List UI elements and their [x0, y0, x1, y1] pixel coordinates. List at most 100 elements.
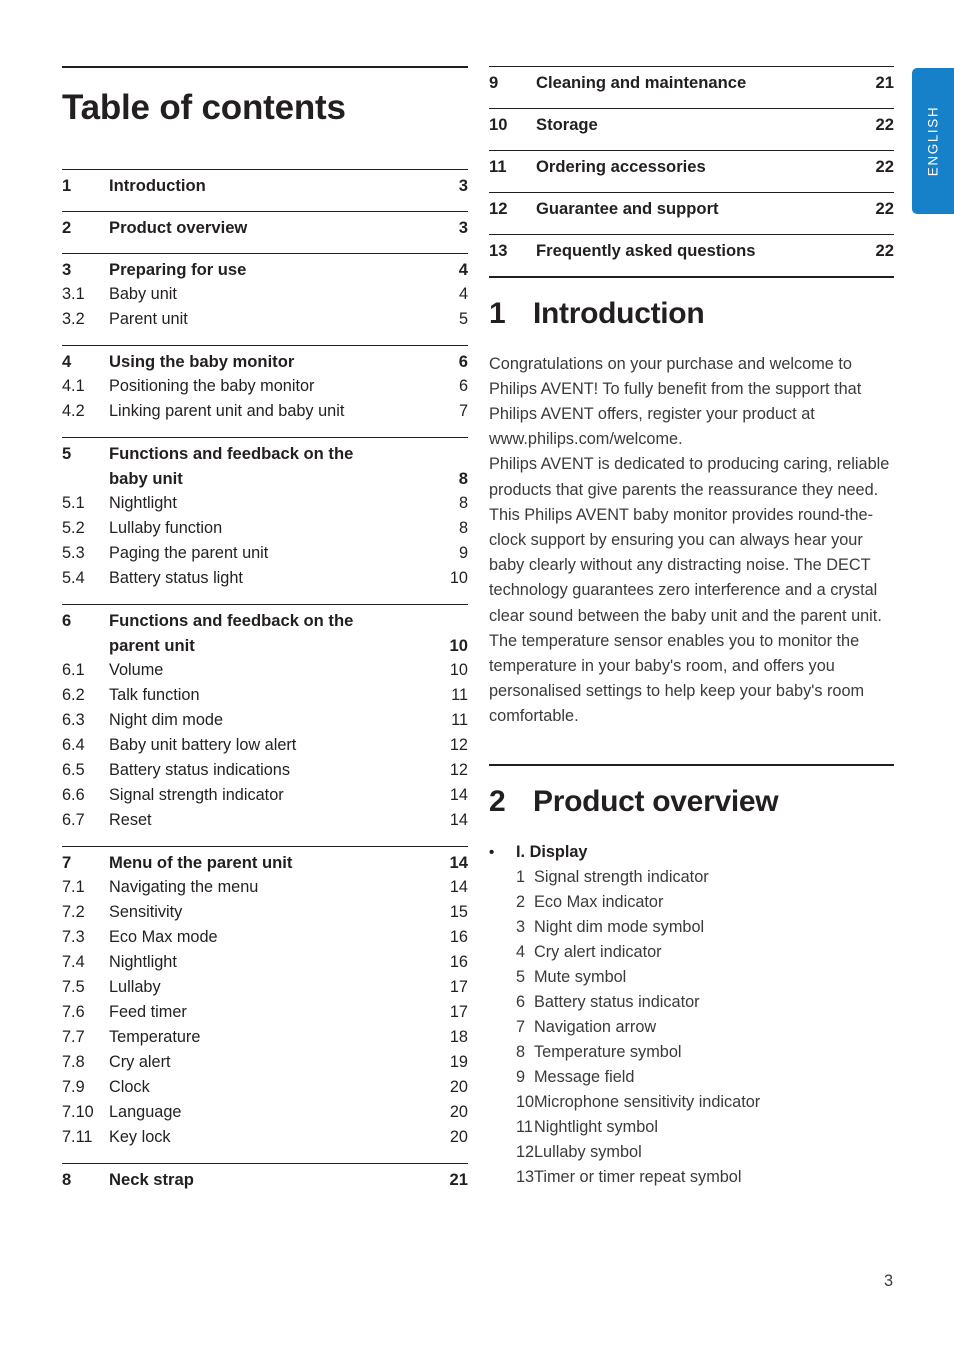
toc-entry-label: Nightlight [109, 493, 177, 512]
toc-entry[interactable]: 9 Cleaning and maintenance 21 [489, 70, 894, 95]
toc-entry[interactable]: 7.3 Eco Max mode 16 [62, 925, 468, 950]
toc-entry[interactable]: 10 Storage 22 [489, 112, 894, 137]
toc-entry[interactable]: 5.4 Battery status light 10 [62, 566, 468, 591]
right-column: 9 Cleaning and maintenance 21 10 Storage 22 11… [489, 0, 894, 1190]
toc-entry[interactable]: 6.3 Night dim mode 11 [62, 708, 468, 733]
toc-entry[interactable]: 3.1 Baby unit 4 [62, 282, 468, 307]
toc-entry-number: 6.2 [62, 685, 85, 704]
language-tab-english: ENGLISH [912, 68, 954, 214]
toc-entry-page: 5 [458, 309, 468, 328]
toc-entry-number: 11 [489, 157, 507, 176]
toc-entry-page: 14 [449, 877, 468, 896]
toc-entry[interactable]: 6 Functions and feedback on the parent uni… [62, 608, 468, 658]
toc-entry[interactable]: 7.1 Navigating the menu 14 [62, 875, 468, 900]
toc-entry-number: 7.7 [62, 1027, 85, 1046]
toc-entry-page: 14 [449, 785, 468, 804]
toc-entry[interactable]: 7.7 Temperature 18 [62, 1025, 468, 1050]
toc-entry-number: 7.6 [62, 1002, 85, 1021]
toc-entry-number: 7.11 [62, 1127, 93, 1146]
language-tab-label: ENGLISH [925, 105, 941, 177]
display-legend-items: 1 Signal strength indicator 2 Eco Max indic… [489, 865, 894, 1190]
section-number: 2 [489, 784, 506, 818]
display-legend-item-index: 11 [516, 1118, 533, 1137]
toc-entry[interactable]: 4 Using the baby monitor 6 [62, 349, 468, 374]
display-legend-item-label: Eco Max indicator [534, 893, 664, 912]
toc-entry-label: Battery status indications [109, 760, 290, 779]
toc-entry[interactable]: 6.4 Baby unit battery low alert 12 [62, 733, 468, 758]
toc-entry-page: 16 [449, 927, 468, 946]
toc-entry[interactable]: 7.8 Cry alert 19 [62, 1050, 468, 1075]
toc-entry-number: 3.2 [62, 309, 85, 328]
display-legend-item: 13 Timer or timer repeat symbol [489, 1165, 894, 1190]
toc-entry-number: 7.5 [62, 977, 85, 996]
toc-entry[interactable]: 7.9 Clock 20 [62, 1075, 468, 1100]
toc-entry[interactable]: 3 Preparing for use 4 [62, 257, 468, 282]
toc-entry-page: 10 [449, 635, 468, 655]
toc-entry-number: 5.3 [62, 543, 85, 562]
toc-entry[interactable]: 6.7 Reset 14 [62, 808, 468, 833]
toc-entry-page: 18 [449, 1027, 468, 1046]
display-legend-item-label: Signal strength indicator [534, 868, 709, 887]
toc-entry[interactable]: 5.1 Nightlight 8 [62, 491, 468, 516]
toc-entry-page: 20 [449, 1077, 468, 1096]
toc-entry[interactable]: 3.2 Parent unit 5 [62, 307, 468, 332]
toc-entry[interactable]: 7.5 Lullaby 17 [62, 975, 468, 1000]
toc-entry-page: 20 [449, 1127, 468, 1146]
toc-entry-label: Neck strap [109, 1169, 194, 1189]
toc-entry[interactable]: 6.1 Volume 10 [62, 658, 468, 683]
display-legend-item-index: 5 [516, 968, 526, 987]
toc-entry-number: 6.3 [62, 710, 85, 729]
toc-entry-number: 6.1 [62, 660, 85, 679]
display-legend-item-index: 3 [516, 918, 526, 937]
toc-entry[interactable]: 7.4 Nightlight 16 [62, 950, 468, 975]
toc-entry-page: 14 [449, 810, 468, 829]
display-legend-item: 1 Signal strength indicator [489, 865, 894, 890]
toc-entry-page: 19 [449, 1052, 468, 1071]
toc-entry[interactable]: 6.2 Talk function 11 [62, 683, 468, 708]
toc-entry[interactable]: 8 Neck strap 21 [62, 1167, 468, 1192]
toc-entry-page: 8 [458, 468, 468, 488]
toc-entry[interactable]: 7.6 Feed timer 17 [62, 1000, 468, 1025]
toc-entry-label: Lullaby [109, 977, 161, 996]
toc-entry[interactable]: 1 Introduction 3 [62, 173, 468, 198]
title-top-rule [62, 66, 468, 68]
toc-entry-number: 8 [62, 1169, 72, 1189]
toc-entry[interactable]: 5.3 Paging the parent unit 9 [62, 541, 468, 566]
toc-entry-label: Signal strength indicator [109, 785, 284, 804]
toc-entry[interactable]: 2 Product overview 3 [62, 215, 468, 240]
toc-entry[interactable]: 7.11 Key lock 20 [62, 1125, 468, 1150]
toc-entry[interactable]: 7 Menu of the parent unit 14 [62, 850, 468, 875]
toc-entry-number: 7.9 [62, 1077, 85, 1096]
table-of-contents-left: 1 Introduction 3 2 Product overview 3 3 Prepari… [62, 168, 468, 1192]
toc-entry-number: 5.4 [62, 568, 85, 587]
display-legend-item-label: Navigation arrow [534, 1018, 657, 1037]
display-legend-item-label: Cry alert indicator [534, 943, 662, 962]
toc-entry[interactable]: 7.10 Language 20 [62, 1100, 468, 1125]
toc-entry-number: 4.1 [62, 376, 85, 395]
display-legend-item-index: 8 [516, 1043, 526, 1062]
toc-entry[interactable]: 6.6 Signal strength indicator 14 [62, 783, 468, 808]
toc-entry-page: 4 [458, 259, 468, 279]
toc-entry[interactable]: 5.2 Lullaby function 8 [62, 516, 468, 541]
toc-entry-label: Eco Max mode [109, 927, 218, 946]
toc-entry[interactable]: 4.2 Linking parent unit and baby unit 7 [62, 399, 468, 424]
toc-entry-label: Navigating the menu [109, 877, 259, 896]
display-legend-item-label: Lullaby symbol [534, 1143, 642, 1162]
section-heading-introduction: 1 Introduction [489, 297, 894, 331]
toc-entry-number: 7.2 [62, 902, 85, 921]
toc-entry[interactable]: 6.5 Battery status indications 12 [62, 758, 468, 783]
toc-entry-label: Cleaning and maintenance [536, 73, 747, 92]
display-legend-item-index: 4 [516, 943, 526, 962]
display-legend-item: 4 Cry alert indicator [489, 940, 894, 965]
introduction-paragraph-2: Philips AVENT is dedicated to producing … [489, 455, 890, 726]
toc-entry[interactable]: 7.2 Sensitivity 15 [62, 900, 468, 925]
toc-entry[interactable]: 4.1 Positioning the baby monitor 6 [62, 374, 468, 399]
display-legend-item: 7 Navigation arrow [489, 1015, 894, 1040]
toc-entry[interactable]: 12 Guarantee and support 22 [489, 196, 894, 221]
toc-entry[interactable]: 5 Functions and feedback on the baby unit 8 [62, 441, 468, 491]
toc-entry-number: 5.1 [62, 493, 85, 512]
toc-entry[interactable]: 11 Ordering accessories 22 [489, 154, 894, 179]
toc-entry-label: Positioning the baby monitor [109, 376, 315, 395]
display-legend-item-index: 1 [516, 868, 526, 887]
toc-entry[interactable]: 13 Frequently asked questions 22 [489, 238, 894, 263]
